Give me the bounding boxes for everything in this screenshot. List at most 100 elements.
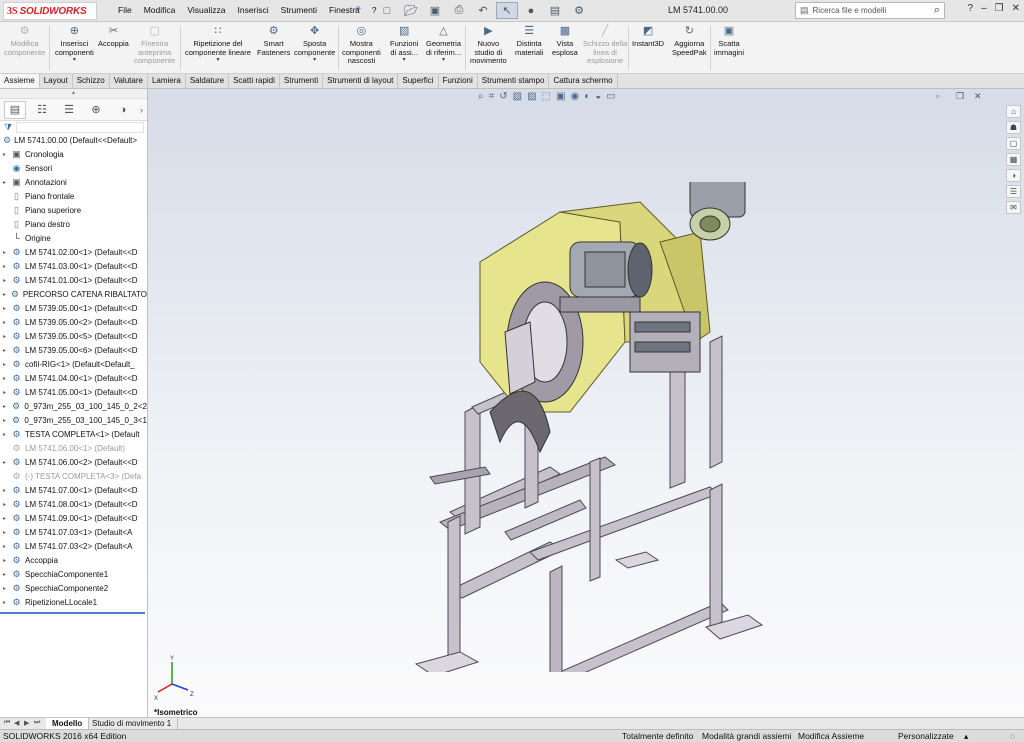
expand-arrow-icon[interactable]: ▸	[3, 319, 11, 326]
expand-arrow-icon[interactable]: ▸	[3, 515, 11, 522]
tab-next-icon[interactable]: ▶	[24, 719, 29, 727]
tree-item[interactable]: ▸ ⚙ PERCORSO CATENA RIBALTATO	[0, 287, 147, 301]
expand-arrow-icon[interactable]: ▸	[3, 585, 11, 592]
expand-arrow-icon[interactable]: ▸	[3, 487, 11, 494]
tab-4[interactable]: Lamiera	[148, 74, 186, 88]
previous-view-icon[interactable]: ↺	[499, 91, 507, 102]
ribbon-button-14[interactable]: ◩ Instant3D	[632, 24, 664, 49]
tab-10[interactable]: Funzioni	[439, 74, 478, 88]
tab-7[interactable]: Strumenti	[280, 74, 324, 88]
zoom-area-icon[interactable]: ⌗	[489, 91, 495, 102]
expand-arrow-icon[interactable]: ▸	[3, 361, 11, 368]
expand-arrow-icon[interactable]: ▸	[3, 599, 11, 606]
help-icon[interactable]: ?	[968, 3, 974, 14]
tab-2[interactable]: Schizzo	[73, 74, 110, 88]
undo-icon[interactable]: ↶	[472, 2, 494, 19]
tab-6[interactable]: Scatti rapidi	[229, 74, 280, 88]
expand-arrow-icon[interactable]: ▸	[3, 543, 11, 550]
ribbon-button-9[interactable]: △ Geometria di riferim... ▾	[426, 24, 461, 64]
expand-arrow-icon[interactable]: ▸	[3, 375, 11, 382]
tree-item[interactable]: ▯ Piano superiore	[0, 203, 147, 217]
ribbon-button-1[interactable]: ⊕ Inserisci componenti ▾	[55, 24, 94, 64]
rollback-bar[interactable]	[0, 612, 145, 614]
expand-arrow-icon[interactable]: ▸	[3, 417, 11, 424]
tab-0[interactable]: Assieme	[0, 74, 40, 88]
solidworks-resources-icon[interactable]: ⌂	[1006, 105, 1021, 118]
design-library-icon[interactable]: ☗	[1006, 121, 1021, 134]
tree-item[interactable]: ▸ ⚙ 0_973m_255_03_100_145_0_2<2	[0, 399, 147, 413]
chevron-down-icon[interactable]: ▾	[313, 57, 316, 64]
assembly-3d-model[interactable]	[410, 182, 770, 672]
tree-item[interactable]: ▸ ⚙ LM 5741.04.00<1> (Default<<D	[0, 371, 147, 385]
expand-arrow-icon[interactable]: ▸	[3, 431, 11, 438]
appearances-icon[interactable]: ◑	[1006, 169, 1021, 182]
panel-more-icon[interactable]: ›	[140, 105, 143, 115]
edit-appearance-icon[interactable]: ◐	[584, 91, 590, 102]
viewport-tile-icon[interactable]: ▫	[936, 91, 939, 101]
ribbon-button-11[interactable]: ☰ Distinta materiali	[515, 24, 543, 57]
close-icon[interactable]: ✕	[1012, 3, 1020, 14]
expand-arrow-icon[interactable]: ▸	[3, 389, 11, 396]
ribbon-button-2[interactable]: ✂ Accoppia	[98, 24, 129, 49]
status-custom-units[interactable]: Personalizzate	[898, 731, 954, 741]
tree-item[interactable]: ▸ ⚙ LM 5741.02.00<1> (Default<<D	[0, 245, 147, 259]
tree-item[interactable]: ▸ ⚙ LM 5741.01.00<1> (Default<<D	[0, 273, 147, 287]
expand-arrow-icon[interactable]: ▸	[3, 571, 11, 578]
ribbon-button-16[interactable]: ▣ Scatta immagini	[714, 24, 744, 57]
view-settings-icon[interactable]: ▭	[606, 91, 615, 102]
view-palette-icon[interactable]: ▦	[1006, 153, 1021, 166]
tree-item[interactable]: ▸ ⚙ LM 5741.08.00<1> (Default<<D	[0, 497, 147, 511]
dimxpert-tab-icon[interactable]: ⊕	[85, 101, 107, 119]
hide-show-icon[interactable]: ◉	[570, 91, 579, 102]
expand-arrow-icon[interactable]: ▸	[3, 249, 11, 256]
feature-tree-tab-icon[interactable]: ▤	[4, 100, 26, 119]
tree-item[interactable]: ▸ ⚙ LM 5741.09.00<1> (Default<<D	[0, 511, 147, 525]
forum-icon[interactable]: ✉	[1006, 201, 1021, 214]
menu-item-4[interactable]: Strumenti	[275, 5, 323, 15]
chevron-down-icon[interactable]: ▾	[73, 57, 76, 64]
apply-scene-icon[interactable]: ◒	[595, 91, 601, 102]
view-orientation-icon[interactable]: ⬚	[542, 91, 551, 102]
filter-input[interactable]	[16, 122, 144, 133]
ribbon-button-4[interactable]: ∷ Ripetizione del componente lineare ▾	[185, 24, 251, 64]
search-input[interactable]: Ricerca file e modelli	[813, 6, 887, 15]
expand-arrow-icon[interactable]: ▸	[3, 347, 11, 354]
expand-arrow-icon[interactable]: ▸	[3, 459, 11, 466]
tab-12[interactable]: Cattura schermo	[549, 74, 618, 88]
tree-item[interactable]: ▸ ⚙ LM 5741.05.00<1> (Default<<D	[0, 385, 147, 399]
configuration-manager-tab-icon[interactable]: ☰	[58, 101, 80, 119]
ribbon-button-0[interactable]: ⚙ Modifica componente	[4, 24, 45, 57]
rebuild-icon[interactable]: ●	[520, 2, 542, 19]
expand-arrow-icon[interactable]: ▸	[3, 277, 11, 284]
ribbon-button-7[interactable]: ◎ Mostra componenti nascosti	[342, 24, 381, 66]
menu-item-2[interactable]: Visualizza	[181, 5, 231, 15]
expand-arrow-icon[interactable]: ▸	[3, 291, 10, 298]
tab-last-icon[interactable]: ⏭	[34, 719, 40, 727]
expand-arrow-icon[interactable]: ▸	[3, 179, 11, 186]
save-icon[interactable]: ▣	[424, 2, 446, 19]
search-icon[interactable]: ⌕	[934, 4, 940, 17]
property-manager-tab-icon[interactable]: ☷	[31, 101, 53, 119]
ribbon-button-3[interactable]: ▢ Finestra anteprima componente	[134, 24, 175, 66]
menu-item-1[interactable]: Modifica	[138, 5, 182, 15]
tab-11[interactable]: Strumenti stampo	[478, 74, 550, 88]
tree-item[interactable]: ▸ ⚙ SpecchiaComponente2	[0, 581, 147, 595]
expand-arrow-icon[interactable]: ▸	[3, 263, 11, 270]
pin-icon[interactable]: ⌖	[355, 3, 367, 15]
tree-item[interactable]: ⚙ (-) TESTA COMPLETA<3> (Defa	[0, 469, 147, 483]
minimize-icon[interactable]: –	[981, 3, 987, 14]
tree-item[interactable]: ▸ ⚙ cofil-RIG<1> (Default<Default_	[0, 357, 147, 371]
chevron-down-icon[interactable]: ▾	[442, 57, 445, 64]
expand-arrow-icon[interactable]: ▸	[3, 305, 11, 312]
tree-item[interactable]: ▸ ⚙ LM 5739.05.00<2> (Default<<D	[0, 315, 147, 329]
tree-item[interactable]: ▸ ⚙ LM 5739.05.00<5> (Default<<D	[0, 329, 147, 343]
tree-item[interactable]: └ Origine	[0, 231, 147, 245]
options-gear-icon[interactable]: ⚙	[568, 2, 590, 19]
file-explorer-icon[interactable]: ▢	[1006, 137, 1021, 150]
display-style-icon[interactable]: ▣	[556, 91, 565, 102]
tree-item[interactable]: ◉ Sensori	[0, 161, 147, 175]
tab-1[interactable]: Layout	[40, 74, 73, 88]
expand-arrow-icon[interactable]: ▸	[3, 529, 11, 536]
tab-prev-icon[interactable]: ◀	[14, 719, 19, 727]
tab-first-icon[interactable]: ⏮	[4, 719, 10, 727]
